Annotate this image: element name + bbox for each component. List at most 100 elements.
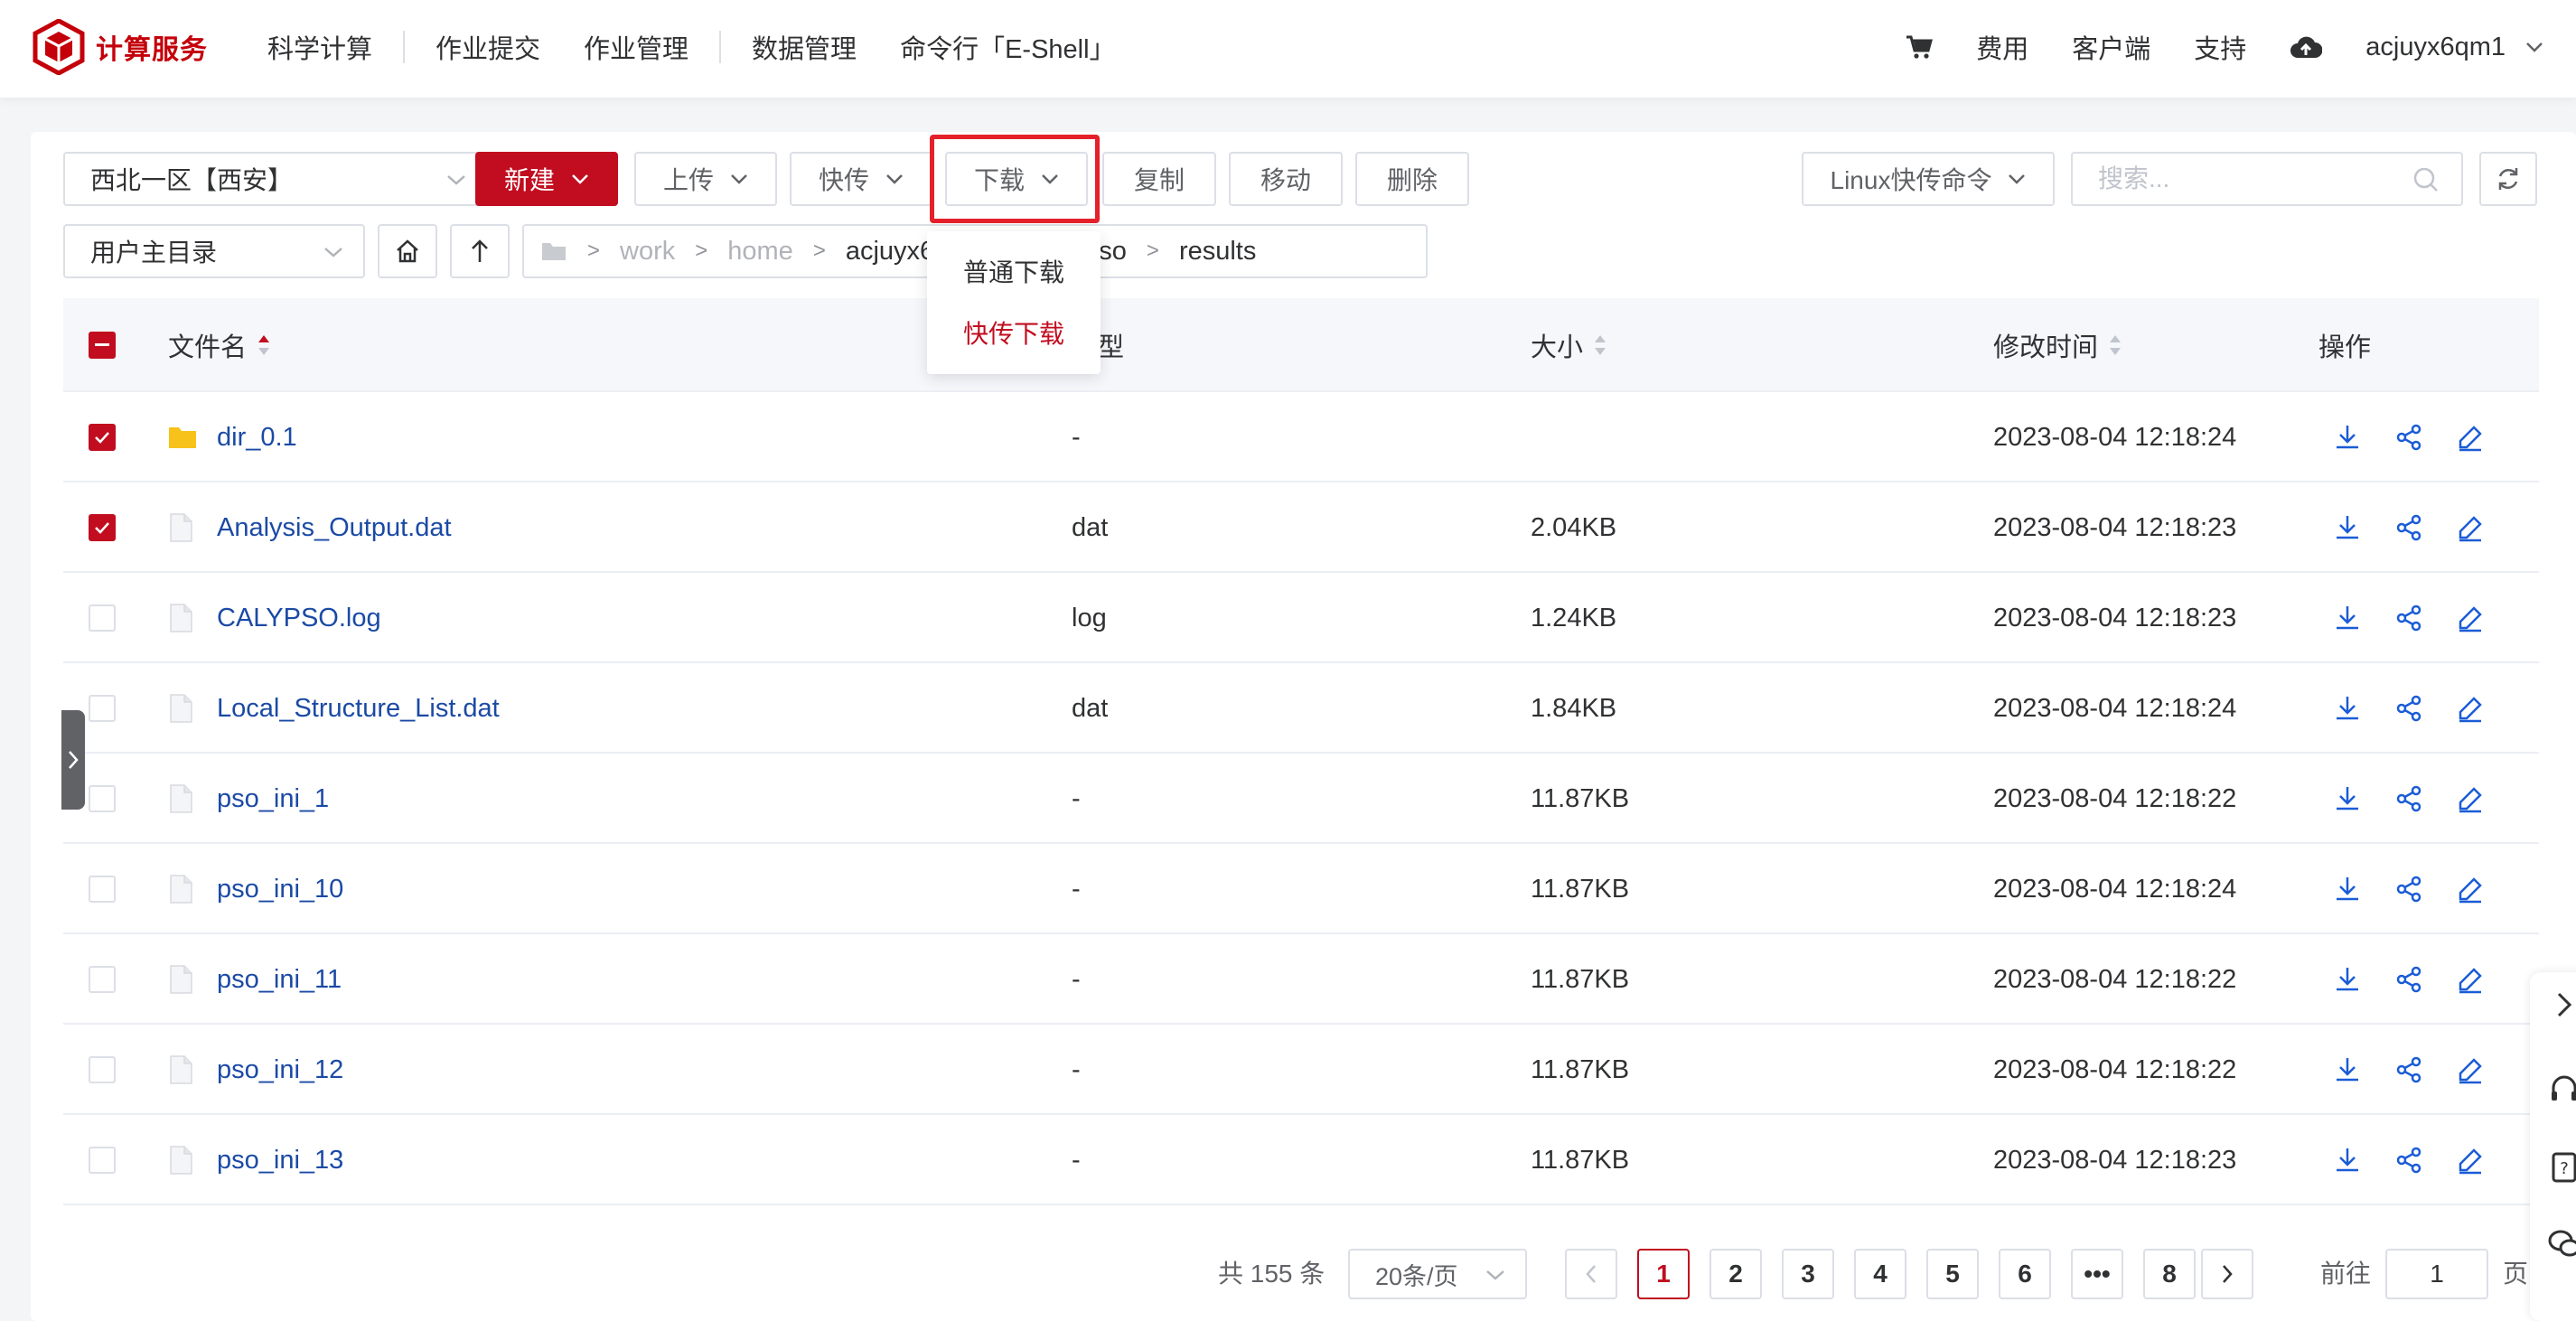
next-page-button[interactable] (2201, 1249, 2253, 1299)
row-checkbox[interactable] (89, 514, 116, 541)
crumb-home[interactable]: home (727, 237, 793, 267)
download-icon[interactable] (2333, 965, 2362, 994)
edit-icon[interactable] (2456, 1055, 2485, 1084)
share-icon[interactable] (2394, 423, 2423, 452)
share-icon[interactable] (2394, 1055, 2423, 1084)
row-checkbox[interactable] (89, 1056, 116, 1083)
fee-link[interactable]: 费用 (1976, 28, 2028, 66)
nav-eshell[interactable]: 命令行「E-Shell」 (900, 28, 1116, 66)
upload-button[interactable]: 上传 (634, 152, 777, 206)
wechat-icon[interactable] (2546, 1225, 2576, 1261)
nav-scientific-computing[interactable]: 科学计算 (267, 28, 372, 66)
menu-item-normal-download[interactable]: 普通下载 (927, 242, 1101, 300)
share-icon[interactable] (2394, 965, 2423, 994)
page-button[interactable]: 2 (1710, 1249, 1762, 1299)
row-checkbox[interactable] (89, 785, 116, 812)
nav-data-manage[interactable]: 数据管理 (752, 28, 857, 66)
support-link[interactable]: 支持 (2194, 28, 2246, 66)
edit-icon[interactable] (2456, 604, 2485, 632)
sort-icon[interactable] (1592, 333, 1608, 358)
download-icon[interactable] (2333, 1055, 2362, 1084)
page-ellipsis[interactable]: ••• (2071, 1249, 2123, 1299)
parent-dir-button[interactable] (450, 224, 510, 278)
refresh-button[interactable] (2479, 152, 2537, 206)
page-button[interactable]: 5 (1926, 1249, 1979, 1299)
new-button[interactable]: 新建 (475, 152, 618, 206)
edit-icon[interactable] (2456, 1146, 2485, 1175)
table-row[interactable]: Analysis_Output.dat dat 2.04KB 2023-08-04 1… (63, 482, 2539, 573)
client-link[interactable]: 客户端 (2072, 28, 2150, 66)
search-icon[interactable] (2412, 166, 2440, 193)
sidebar-expand-toggle[interactable] (61, 710, 85, 810)
move-button[interactable]: 移动 (1229, 152, 1343, 206)
share-icon[interactable] (2394, 784, 2423, 813)
page-button[interactable]: 6 (1999, 1249, 2051, 1299)
crumb-results[interactable]: results (1179, 237, 1256, 267)
table-row[interactable]: pso_ini_12 - 11.87KB 2023-08-04 12:18:22 (63, 1025, 2539, 1115)
table-row[interactable]: pso_ini_13 - 11.87KB 2023-08-04 12:18:23 (63, 1115, 2539, 1205)
help-doc-icon[interactable]: ? (2546, 1149, 2576, 1185)
edit-icon[interactable] (2456, 513, 2485, 542)
file-name-link[interactable]: pso_ini_11 (217, 934, 342, 1025)
file-name-link[interactable]: pso_ini_13 (217, 1115, 343, 1205)
col-name[interactable]: 文件名 (168, 298, 272, 392)
row-checkbox[interactable] (89, 604, 116, 632)
share-icon[interactable] (2394, 875, 2423, 904)
share-icon[interactable] (2394, 513, 2423, 542)
chevron-right-icon[interactable] (2546, 987, 2576, 1023)
crumb-work[interactable]: work (620, 237, 675, 267)
col-size[interactable]: 大小 (1531, 298, 1608, 392)
file-name-link[interactable]: dir_0.1 (217, 392, 297, 482)
download-button[interactable]: 下载 (945, 152, 1088, 206)
download-icon[interactable] (2333, 513, 2362, 542)
table-row[interactable]: pso_ini_11 - 11.87KB 2023-08-04 12:18:22 (63, 934, 2539, 1025)
table-row[interactable]: pso_ini_1 - 11.87KB 2023-08-04 12:18:22 (63, 754, 2539, 844)
page-button[interactable]: 3 (1782, 1249, 1834, 1299)
row-checkbox[interactable] (89, 876, 116, 903)
download-icon[interactable] (2333, 423, 2362, 452)
edit-icon[interactable] (2456, 784, 2485, 813)
cart-icon[interactable] (1906, 34, 1934, 60)
file-name-link[interactable]: pso_ini_10 (217, 844, 343, 934)
col-mtime[interactable]: 修改时间 (1993, 298, 2123, 392)
fast-transfer-button[interactable]: 快传 (790, 152, 932, 206)
user-menu[interactable]: acjuyx6qm1 (2365, 33, 2543, 62)
file-name-link[interactable]: Local_Structure_List.dat (217, 663, 500, 754)
download-icon[interactable] (2333, 1146, 2362, 1175)
row-checkbox[interactable] (89, 424, 116, 451)
edit-icon[interactable] (2456, 423, 2485, 452)
page-button[interactable]: 4 (1854, 1249, 1906, 1299)
prev-page-button[interactable] (1565, 1249, 1617, 1299)
page-button[interactable]: 1 (1637, 1249, 1690, 1299)
page-size-select[interactable]: 20条/页 (1348, 1249, 1527, 1299)
file-name-link[interactable]: pso_ini_1 (217, 754, 329, 844)
edit-icon[interactable] (2456, 965, 2485, 994)
edit-icon[interactable] (2456, 694, 2485, 723)
row-checkbox[interactable] (89, 1147, 116, 1174)
download-icon[interactable] (2333, 694, 2362, 723)
download-icon[interactable] (2333, 784, 2362, 813)
delete-button[interactable]: 删除 (1355, 152, 1469, 206)
edit-icon[interactable] (2456, 875, 2485, 904)
nav-job-submit[interactable]: 作业提交 (436, 28, 540, 66)
root-dir-select[interactable]: 用户主目录 (63, 224, 365, 278)
sort-asc-icon[interactable] (256, 333, 272, 358)
table-row[interactable]: CALYPSO.log log 1.24KB 2023-08-04 12:18:23 (63, 573, 2539, 663)
menu-item-fast-download[interactable]: 快传下载 (927, 304, 1101, 361)
row-checkbox[interactable] (89, 966, 116, 993)
table-row[interactable]: Local_Structure_List.dat dat 1.84KB 2023-08… (63, 663, 2539, 754)
file-name-link[interactable]: Analysis_Output.dat (217, 482, 452, 573)
download-icon[interactable] (2333, 875, 2362, 904)
cloud-upload-icon[interactable] (2290, 34, 2323, 60)
select-all-checkbox[interactable] (89, 332, 116, 359)
file-name-link[interactable]: CALYPSO.log (217, 573, 381, 663)
table-row[interactable]: dir_0.1 - 2023-08-04 12:18:24 (63, 392, 2539, 482)
search-input[interactable] (2071, 152, 2463, 206)
goto-page-input[interactable]: 1 (2385, 1249, 2488, 1299)
file-name-link[interactable]: pso_ini_12 (217, 1025, 343, 1115)
row-checkbox[interactable] (89, 695, 116, 722)
region-select[interactable]: 西北一区【西安】 (63, 152, 488, 206)
page-button[interactable]: 8 (2143, 1249, 2196, 1299)
share-icon[interactable] (2394, 604, 2423, 632)
headset-icon[interactable] (2546, 1072, 2576, 1108)
